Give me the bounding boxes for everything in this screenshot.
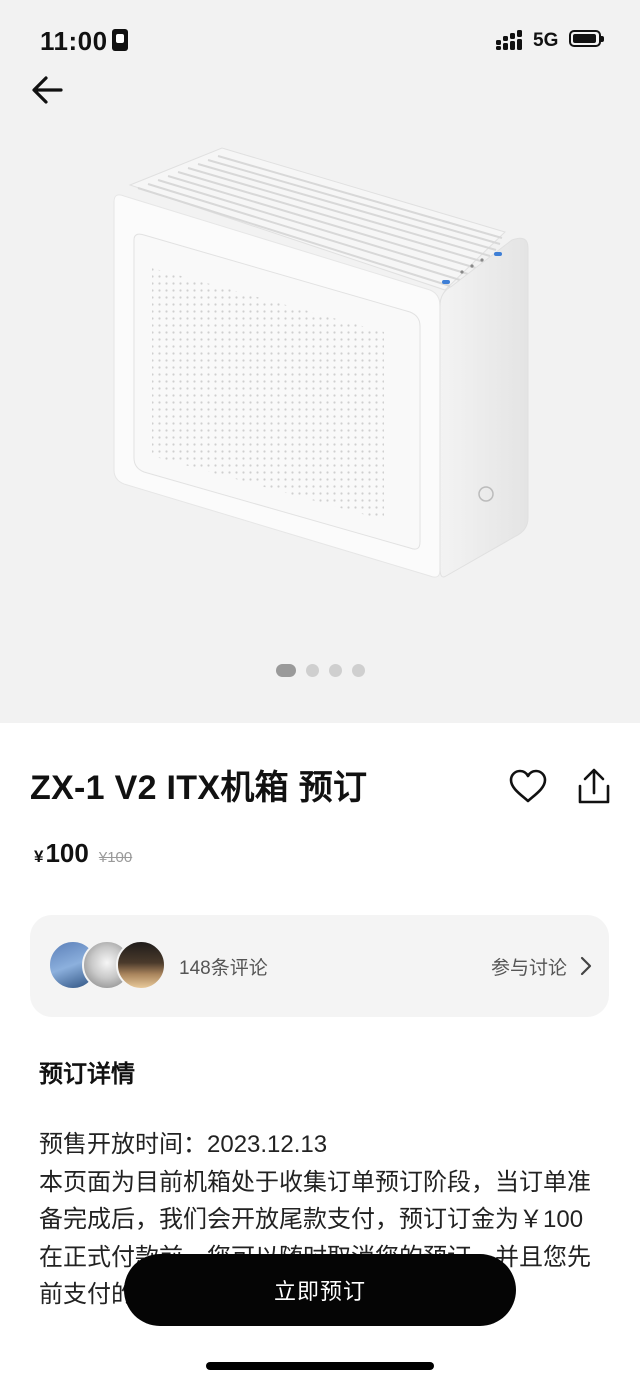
pagination-dot[interactable] bbox=[328, 664, 342, 677]
signal-icon bbox=[496, 30, 522, 50]
details-heading: 预订详情 bbox=[39, 1061, 135, 1088]
details-paragraph: 本页面为目前机箱处于收集订单预订阶段，当订单准备完成后，我们会开放尾款支付，预订… bbox=[39, 1168, 591, 1234]
reserve-now-button[interactable]: 立即预订 bbox=[124, 1254, 516, 1326]
pagination-dot[interactable] bbox=[305, 664, 319, 677]
review-count: 148条评论 bbox=[179, 958, 268, 979]
status-bar: 11:00 5G bbox=[0, 0, 640, 78]
home-indicator bbox=[206, 1362, 434, 1370]
sim-icon bbox=[112, 29, 128, 51]
product-title: ZX-1 V2 ITX机箱 预订 bbox=[30, 769, 368, 807]
battery-icon bbox=[569, 30, 604, 47]
status-time: 11:00 bbox=[40, 26, 108, 56]
reviews-card[interactable]: 148条评论 参与讨论 bbox=[30, 915, 609, 1017]
share-icon[interactable] bbox=[574, 766, 614, 808]
pagination-dot[interactable] bbox=[275, 664, 296, 677]
chevron-right-icon bbox=[580, 956, 592, 976]
price-value: 100 bbox=[45, 838, 89, 868]
network-type: 5G bbox=[533, 30, 559, 51]
pagination-dot[interactable] bbox=[351, 664, 365, 677]
avatar bbox=[116, 940, 166, 990]
heart-icon[interactable] bbox=[508, 766, 548, 808]
join-discussion-link[interactable]: 参与讨论 bbox=[491, 953, 567, 980]
product-gallery[interactable] bbox=[0, 0, 640, 723]
original-price: ¥100 bbox=[98, 849, 133, 866]
currency-symbol: ¥ bbox=[34, 847, 44, 866]
back-arrow-icon[interactable] bbox=[28, 70, 68, 110]
price-row: ¥ 100 ¥100 bbox=[34, 838, 132, 869]
gallery-pagination[interactable] bbox=[0, 664, 640, 677]
product-image bbox=[113, 147, 529, 578]
presale-time-text: 预售开放时间：2023.12.13 bbox=[39, 1131, 328, 1158]
